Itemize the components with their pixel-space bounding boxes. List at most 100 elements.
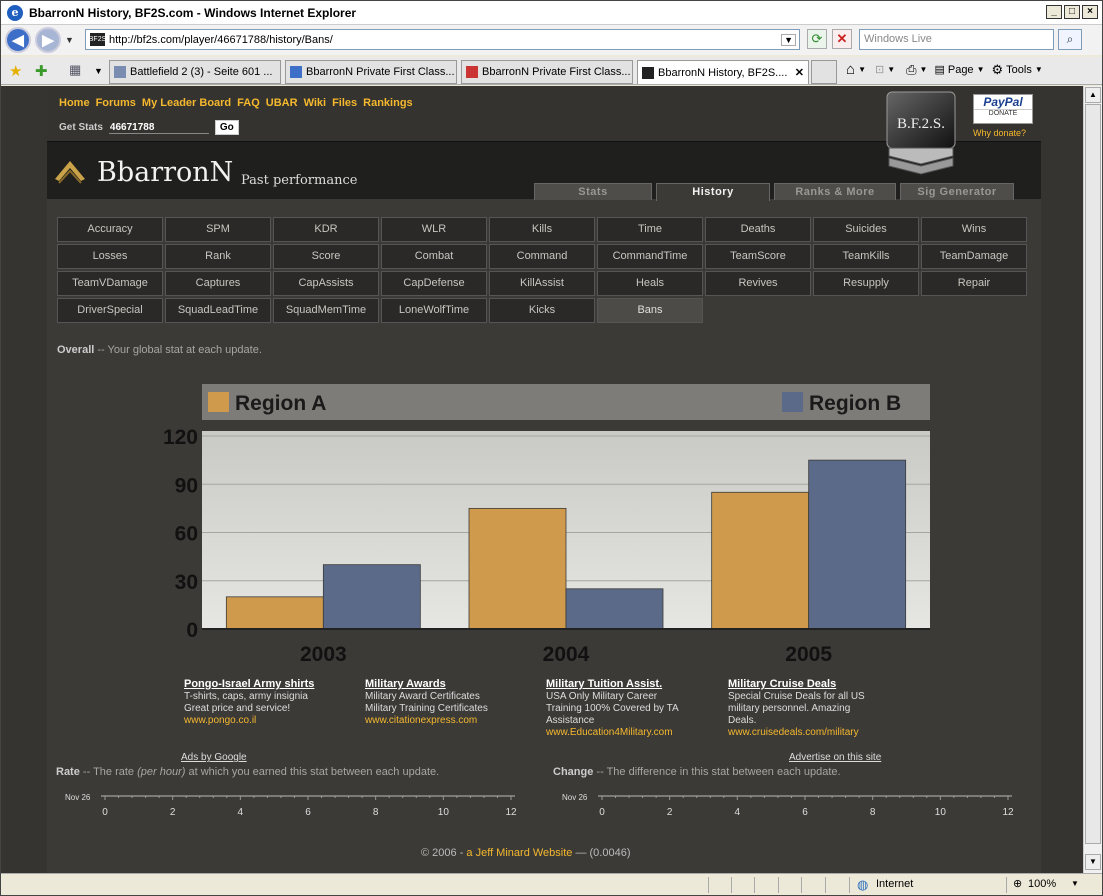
quick-tabs-icon[interactable]: ▦ (69, 62, 81, 78)
nav-link-files[interactable]: Files (332, 97, 357, 109)
zoom-icon[interactable]: ⊕ (1013, 877, 1022, 890)
close-window-button[interactable]: × (1082, 5, 1098, 19)
stat-button-revives[interactable]: Revives (705, 271, 811, 296)
home-icon[interactable]: ⌂ (846, 61, 855, 78)
scroll-down-icon[interactable]: ▼ (1085, 854, 1101, 870)
ad-url-link[interactable]: www.Education4Military.com (546, 727, 714, 739)
tab-battlefield[interactable]: Battlefield 2 (3) - Seite 601 ... (109, 60, 281, 84)
stat-button-teamscore[interactable]: TeamScore (705, 244, 811, 269)
stat-button-spm[interactable]: SPM (165, 217, 271, 242)
stat-button-command[interactable]: Command (489, 244, 595, 269)
scroll-up-icon[interactable]: ▲ (1085, 87, 1101, 103)
page-menu[interactable]: Page (948, 64, 974, 76)
stat-button-captures[interactable]: Captures (165, 271, 271, 296)
new-tab-button[interactable] (811, 60, 837, 84)
get-stats-input[interactable]: 46671788 (108, 122, 209, 134)
search-input[interactable]: Windows Live (859, 29, 1054, 50)
stat-button-heals[interactable]: Heals (597, 271, 703, 296)
tools-gear-icon[interactable]: ⚙ (991, 62, 1003, 78)
stat-button-accuracy[interactable]: Accuracy (57, 217, 163, 242)
back-button[interactable]: ◀ (5, 27, 31, 53)
stat-button-suicides[interactable]: Suicides (813, 217, 919, 242)
page-icon[interactable]: ▤ (934, 63, 944, 76)
stat-button-deaths[interactable]: Deaths (705, 217, 811, 242)
stat-button-driverspecial[interactable]: DriverSpecial (57, 298, 163, 323)
address-dropdown-icon[interactable]: ▼ (781, 33, 796, 46)
stat-button-wlr[interactable]: WLR (381, 217, 487, 242)
zoom-dropdown-icon[interactable]: ▼ (1071, 879, 1079, 888)
nav-link-home[interactable]: Home (59, 97, 90, 109)
tools-menu[interactable]: Tools (1006, 64, 1032, 76)
nav-link-wiki[interactable]: Wiki (304, 97, 327, 109)
print-dropdown-icon[interactable]: ▼ (920, 65, 928, 74)
search-icon[interactable]: ⌕ (1058, 29, 1082, 50)
vertical-scrollbar[interactable]: ▲ ▼ (1083, 86, 1102, 873)
tab-stats[interactable]: Stats (534, 183, 652, 200)
nav-link-my-leader-board[interactable]: My Leader Board (142, 97, 231, 109)
feeds-dropdown-icon[interactable]: ▼ (887, 65, 895, 74)
stat-button-bans[interactable]: Bans (597, 298, 703, 323)
stat-button-kills[interactable]: Kills (489, 217, 595, 242)
stat-button-losses[interactable]: Losses (57, 244, 163, 269)
stat-button-squadleadtime[interactable]: SquadLeadTime (165, 298, 271, 323)
ad-url-link[interactable]: www.cruisedeals.com/military (728, 727, 896, 739)
stat-button-capassists[interactable]: CapAssists (273, 271, 379, 296)
stat-button-time[interactable]: Time (597, 217, 703, 242)
address-input[interactable]: BF2S http://bf2s.com/player/46671788/his… (85, 29, 800, 50)
tab-history[interactable]: History (656, 183, 770, 201)
go-button[interactable]: Go (214, 120, 239, 135)
favorites-star-icon[interactable]: ★ (9, 62, 22, 80)
stat-button-commandtime[interactable]: CommandTime (597, 244, 703, 269)
tab-bbarronn-2[interactable]: BbarronN Private First Class... (461, 60, 633, 84)
ad-url-link[interactable]: www.pongo.co.il (184, 715, 352, 727)
scrollbar-thumb[interactable] (1085, 104, 1101, 844)
stat-button-rank[interactable]: Rank (165, 244, 271, 269)
stat-button-kdr[interactable]: KDR (273, 217, 379, 242)
home-dropdown-icon[interactable]: ▼ (858, 65, 866, 74)
nav-link-forums[interactable]: Forums (96, 97, 136, 109)
refresh-icon[interactable]: ⟳ (807, 29, 827, 49)
paypal-donate-button[interactable]: PayPal DONATE (973, 94, 1033, 124)
stat-button-killassist[interactable]: KillAssist (489, 271, 595, 296)
stat-button-kicks[interactable]: Kicks (489, 298, 595, 323)
stat-button-combat[interactable]: Combat (381, 244, 487, 269)
tab-history-active[interactable]: BbarronN History, BF2S.... ✕ (637, 60, 809, 84)
stat-button-lonewolftime[interactable]: LoneWolfTime (381, 298, 487, 323)
stat-button-repair[interactable]: Repair (921, 271, 1027, 296)
stat-button-teamkills[interactable]: TeamKills (813, 244, 919, 269)
tab-sig-generator[interactable]: Sig Generator (900, 183, 1014, 200)
stat-button-score[interactable]: Score (273, 244, 379, 269)
advertise-link[interactable]: Advertise on this site (789, 752, 881, 763)
stop-icon[interactable]: ✕ (832, 29, 852, 49)
stat-button-wins[interactable]: Wins (921, 217, 1027, 242)
nav-link-ubar[interactable]: UBAR (266, 97, 298, 109)
tab-list-dropdown-icon[interactable]: ▼ (94, 66, 103, 76)
tab-ranks-more[interactable]: Ranks & More (774, 183, 896, 200)
stat-button-capdefense[interactable]: CapDefense (381, 271, 487, 296)
print-icon[interactable]: ⎙ (906, 62, 916, 78)
nav-link-faq[interactable]: FAQ (237, 97, 260, 109)
ad-url-link[interactable]: www.citationexpress.com (365, 715, 533, 727)
ad-title-link[interactable]: Military Tuition Assist. (546, 677, 714, 691)
history-dropdown-icon[interactable]: ▼ (65, 35, 74, 45)
stat-button-squadmemtime[interactable]: SquadMemTime (273, 298, 379, 323)
add-favorite-icon[interactable]: ✚ (35, 62, 48, 80)
zoom-level[interactable]: 100% (1028, 878, 1056, 890)
close-tab-icon[interactable]: ✕ (795, 66, 804, 79)
ad-title-link[interactable]: Pongo-Israel Army shirts (184, 677, 352, 691)
ad-title-link[interactable]: Military Cruise Deals (728, 677, 896, 691)
forward-button[interactable]: ▶ (35, 27, 61, 53)
minimize-button[interactable]: _ (1046, 5, 1062, 19)
stat-button-resupply[interactable]: Resupply (813, 271, 919, 296)
tools-dropdown-icon[interactable]: ▼ (1035, 65, 1043, 74)
why-donate-link[interactable]: Why donate? (973, 128, 1026, 138)
ads-by-google-link[interactable]: Ads by Google (181, 752, 247, 763)
maximize-button[interactable]: □ (1064, 5, 1080, 19)
footer-link[interactable]: a Jeff Minard Website (466, 847, 572, 859)
feeds-icon[interactable]: ⊡ (875, 63, 884, 76)
tab-bbarronn-1[interactable]: BbarronN Private First Class... (285, 60, 457, 84)
stat-button-teamdamage[interactable]: TeamDamage (921, 244, 1027, 269)
page-dropdown-icon[interactable]: ▼ (977, 65, 985, 74)
ad-title-link[interactable]: Military Awards (365, 677, 533, 691)
nav-link-rankings[interactable]: Rankings (363, 97, 413, 109)
